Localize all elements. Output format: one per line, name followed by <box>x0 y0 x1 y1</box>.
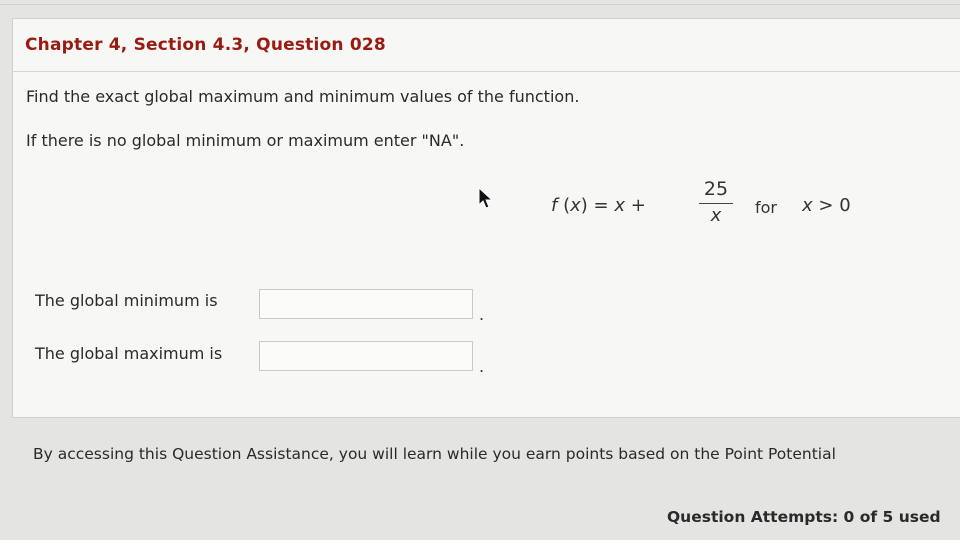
fraction-numerator: 25 <box>703 178 729 200</box>
mouse-pointer-icon <box>478 187 494 209</box>
maximum-period: . <box>479 357 485 376</box>
question-instruction: Find the exact global maximum and minimu… <box>26 87 580 106</box>
formula-fraction: 25 x <box>699 177 733 227</box>
formula-condition: x > 0 <box>802 195 851 216</box>
fraction-bar <box>699 203 733 204</box>
question-title: Chapter 4, Section 4.3, Question 028 <box>25 35 386 55</box>
title-divider <box>13 71 960 72</box>
window-edge <box>0 4 960 5</box>
question-panel: Chapter 4, Section 4.3, Question 028 Fin… <box>12 18 960 418</box>
global-maximum-label: The global maximum is <box>35 344 223 363</box>
question-attempts: Question Attempts: 0 of 5 used <box>667 508 941 526</box>
fraction-denominator: x <box>710 205 722 226</box>
formula-lhs: f (x) = x + <box>551 195 646 216</box>
global-minimum-input[interactable] <box>259 289 473 319</box>
formula-for: for <box>755 198 777 217</box>
global-maximum-input[interactable] <box>259 341 473 371</box>
minimum-period: . <box>479 305 485 324</box>
question-assistance-text: By accessing this Question Assistance, y… <box>33 445 836 463</box>
question-note: If there is no global minimum or maximum… <box>26 131 465 150</box>
function-formula: f (x) = x + 25 x for x > 0 <box>551 177 881 237</box>
global-minimum-label: The global minimum is <box>35 291 218 310</box>
